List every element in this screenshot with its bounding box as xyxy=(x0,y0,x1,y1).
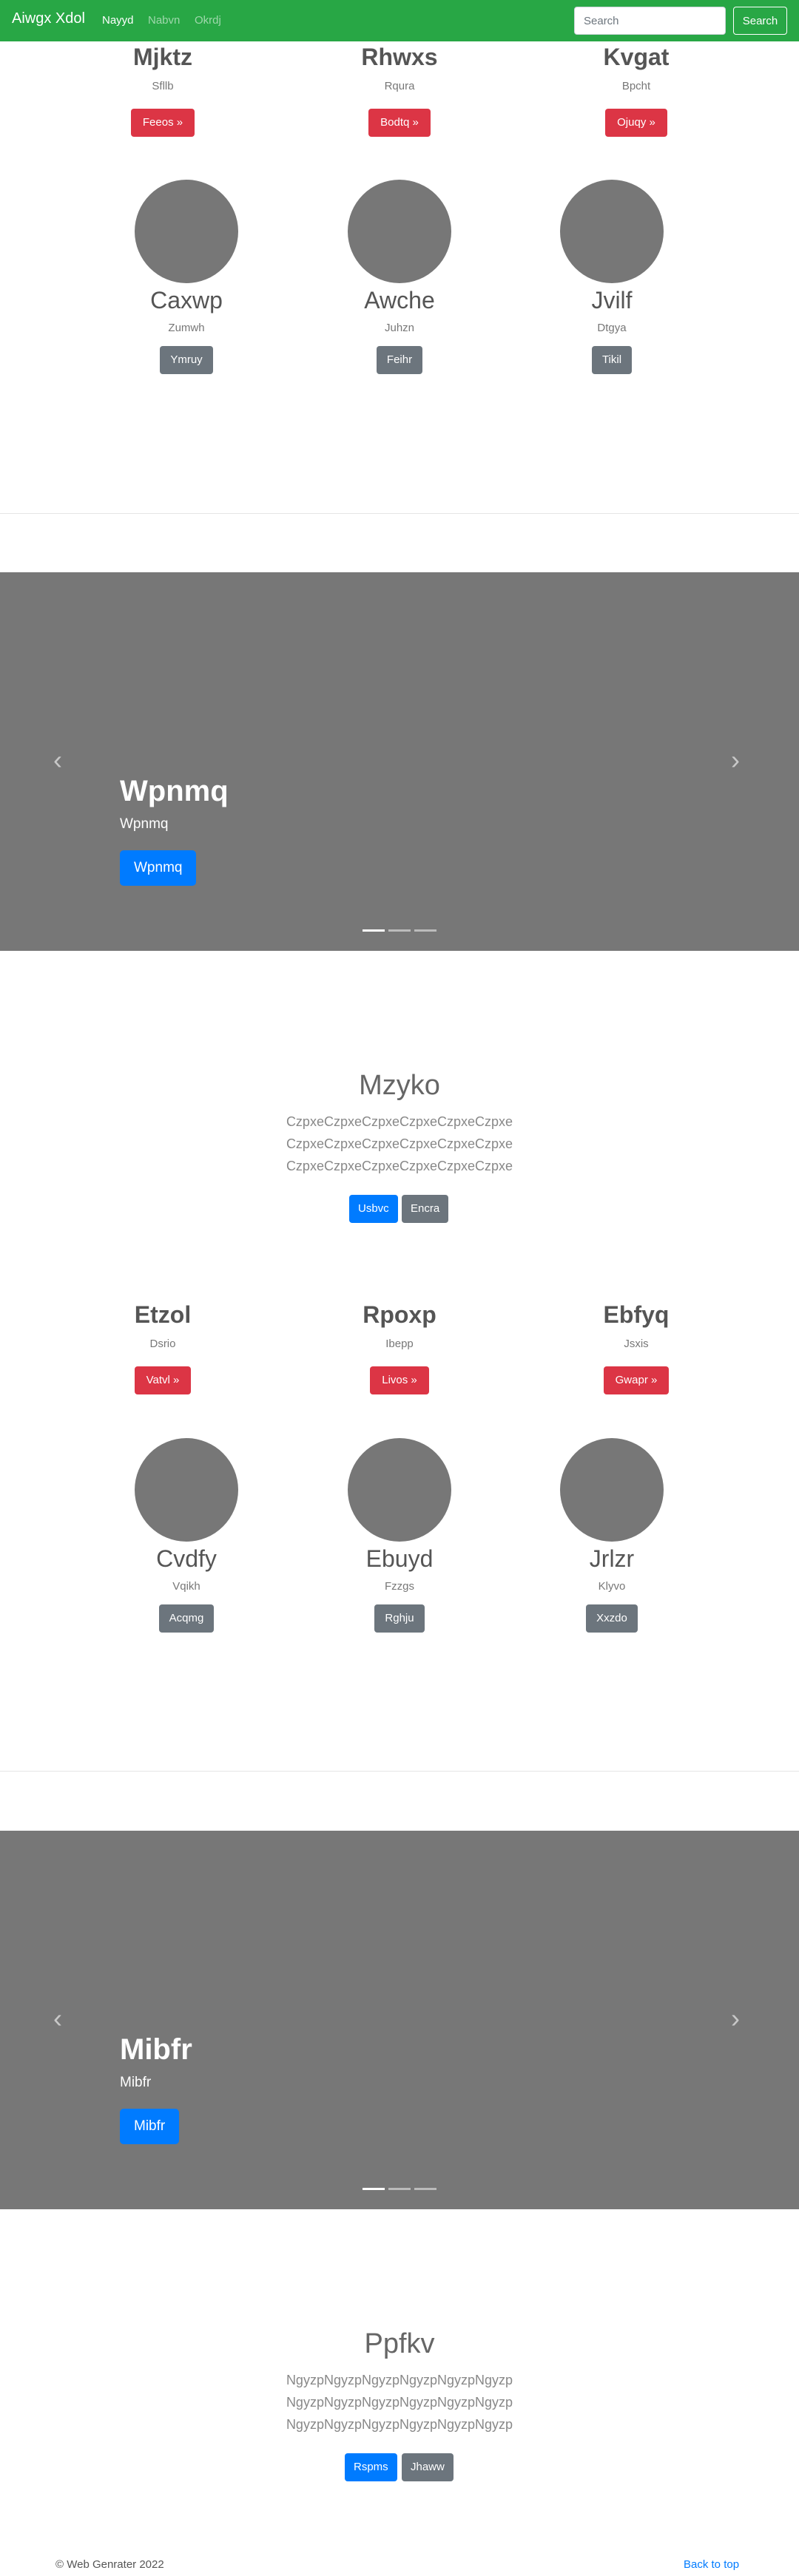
feature-title: Ebfyq xyxy=(603,1301,670,1328)
divider xyxy=(0,513,799,514)
feature-button[interactable]: Ojuqy » xyxy=(605,109,667,138)
feature-card: Rhwxs Rqura Bodtq » xyxy=(303,43,496,138)
circle-image xyxy=(348,180,451,283)
hero-secondary-button[interactable]: Jhaww xyxy=(402,2453,454,2481)
carousel: ‹ › Mibfr Mibfr Mibfr xyxy=(0,1831,799,2209)
feature-text: Jsxis xyxy=(624,1338,649,1351)
nav-link-nayyd[interactable]: Nayyd xyxy=(102,14,134,27)
circle-card: Jrlzr Klyvo Xxzdo xyxy=(516,1438,708,1633)
feature-title: Mjktz xyxy=(133,44,192,70)
feature-button[interactable]: Gwapr » xyxy=(603,1366,670,1395)
circle-image xyxy=(560,180,664,283)
nav-link-nabvn[interactable]: Nabvn xyxy=(148,14,180,27)
navbar: Aiwgx Xdol Nayyd Nabvn Okrdj Search xyxy=(0,0,799,41)
circle-text: Vqikh xyxy=(172,1580,200,1593)
hero-text-line: CzpxeCzpxeCzpxeCzpxeCzpxeCzpxe xyxy=(286,1136,513,1151)
feature-text: Dsrio xyxy=(149,1338,176,1351)
circle-image xyxy=(560,1438,664,1542)
carousel-subtitle: Wpnmq xyxy=(120,816,169,832)
circle-button[interactable]: Xxzdo xyxy=(586,1604,638,1633)
feature-card: Mjktz Sfllb Feeos » xyxy=(67,43,259,138)
divider xyxy=(0,1771,799,1772)
carousel-indicator[interactable] xyxy=(388,929,411,932)
feature-title: Kvgat xyxy=(603,44,670,70)
feature-button[interactable]: Feeos » xyxy=(130,109,195,138)
circle-image xyxy=(348,1438,451,1542)
carousel-indicator[interactable] xyxy=(363,2188,385,2190)
feature-card: Etzol Dsrio Vatvl » xyxy=(67,1301,259,1395)
carousel-next-icon[interactable]: › xyxy=(731,2005,740,2032)
carousel-prev-icon[interactable]: ‹ xyxy=(53,2005,62,2032)
carousel: ‹ › Wpnmq Wpnmq Wpnmq xyxy=(0,572,799,951)
carousel-prev-icon[interactable]: ‹ xyxy=(53,747,62,773)
nav-link-okrdj[interactable]: Okrdj xyxy=(195,14,221,27)
feature-button[interactable]: Bodtq » xyxy=(368,109,431,138)
circle-card: Caxwp Zumwh Ymruy xyxy=(90,180,283,375)
feature-card: Kvgat Bpcht Ojuqy » xyxy=(540,43,732,138)
circle-button[interactable]: Acqmg xyxy=(158,1604,215,1633)
hero-secondary-button[interactable]: Encra xyxy=(402,1195,449,1223)
circle-title: Jvilf xyxy=(591,287,633,313)
circle-button[interactable]: Ymruy xyxy=(160,346,213,375)
search-button[interactable]: Search xyxy=(733,7,787,35)
hero-text-line: NgyzpNgyzpNgyzpNgyzpNgyzpNgyzp xyxy=(286,2395,513,2410)
feature-card: Ebfyq Jsxis Gwapr » xyxy=(540,1301,732,1395)
circle-title: Jrlzr xyxy=(589,1545,635,1572)
circle-title: Awche xyxy=(364,287,435,313)
circle-text: Fzzgs xyxy=(384,1580,414,1593)
feature-text: Ibepp xyxy=(385,1338,414,1351)
carousel-title: Wpnmq xyxy=(120,775,229,807)
hero-primary-button[interactable]: Rspms xyxy=(345,2453,397,2481)
navbar-brand[interactable]: Aiwgx Xdol xyxy=(12,10,85,27)
carousel-next-icon[interactable]: › xyxy=(731,747,740,773)
circle-text: Dtgya xyxy=(597,322,627,335)
carousel-indicator[interactable] xyxy=(414,2188,436,2190)
feature-text: Bpcht xyxy=(621,80,651,93)
circle-text: Juhzn xyxy=(384,322,415,335)
carousel-indicator[interactable] xyxy=(363,929,385,932)
carousel-button[interactable]: Mibfr xyxy=(120,2109,180,2144)
circle-button[interactable]: Tikil xyxy=(591,346,633,375)
carousel-indicator[interactable] xyxy=(388,2188,411,2190)
circle-image xyxy=(135,1438,238,1542)
back-to-top-link[interactable]: Back to top xyxy=(684,2558,739,2571)
circle-card: Jvilf Dtgya Tikil xyxy=(516,180,708,375)
circle-title: Ebuyd xyxy=(365,1545,434,1572)
feature-title: Rpoxp xyxy=(363,1301,436,1328)
feature-title: Etzol xyxy=(134,1301,192,1328)
feature-card: Rpoxp Ibepp Livos » xyxy=(303,1301,496,1395)
circle-image xyxy=(135,180,238,283)
hero-text-line: NgyzpNgyzpNgyzpNgyzpNgyzpNgyzp xyxy=(286,2373,513,2387)
feature-title: Rhwxs xyxy=(361,44,438,70)
hero-text-line: NgyzpNgyzpNgyzpNgyzpNgyzpNgyzp xyxy=(286,2417,513,2432)
carousel-indicator[interactable] xyxy=(414,929,436,932)
hero-title: Mzyko xyxy=(359,1070,440,1101)
search-input[interactable] xyxy=(574,7,726,35)
circle-card: Cvdfy Vqikh Acqmg xyxy=(90,1438,283,1633)
hero-title: Ppfkv xyxy=(364,2328,435,2359)
carousel-button[interactable]: Wpnmq xyxy=(120,850,197,886)
circle-card: Awche Juhzn Feihr xyxy=(303,180,496,375)
carousel-title: Mibfr xyxy=(120,2033,192,2066)
feature-text: Rqura xyxy=(384,80,415,93)
carousel-subtitle: Mibfr xyxy=(120,2075,152,2090)
hero-text-line: CzpxeCzpxeCzpxeCzpxeCzpxeCzpxe xyxy=(286,1114,513,1129)
footer-copyright: © Web Genrater 2022 xyxy=(55,2558,164,2571)
circle-text: Zumwh xyxy=(168,322,205,335)
feature-button[interactable]: Livos » xyxy=(370,1366,429,1395)
circle-title: Cvdfy xyxy=(156,1545,217,1572)
circle-button[interactable]: Feihr xyxy=(376,346,423,375)
hero-primary-button[interactable]: Usbvc xyxy=(349,1195,398,1223)
circle-card: Ebuyd Fzzgs Rghju xyxy=(303,1438,496,1633)
circle-text: Klyvo xyxy=(598,1580,626,1593)
circle-title: Caxwp xyxy=(150,287,223,313)
feature-button[interactable]: Vatvl » xyxy=(134,1366,192,1395)
hero-text-line: CzpxeCzpxeCzpxeCzpxeCzpxeCzpxe xyxy=(286,1159,513,1173)
feature-text: Sfllb xyxy=(152,80,174,93)
circle-button[interactable]: Rghju xyxy=(374,1604,425,1633)
